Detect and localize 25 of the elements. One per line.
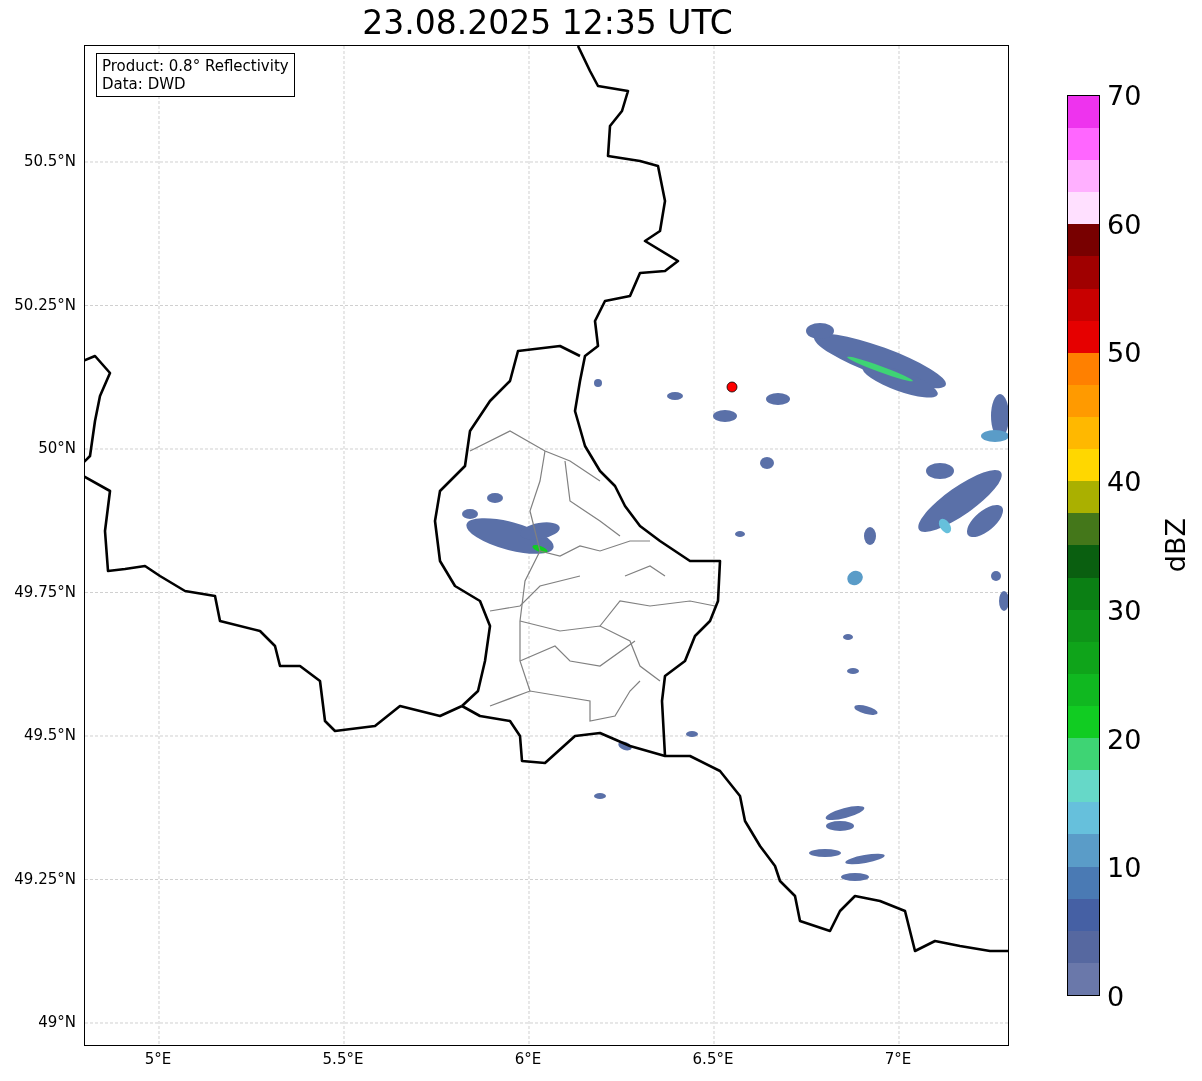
latitude-label: 49.25°N bbox=[14, 871, 76, 886]
latitude-label: 50°N bbox=[38, 440, 76, 456]
longitude-label: 6°E bbox=[514, 1052, 542, 1067]
longitude-label: 5°E bbox=[144, 1052, 172, 1067]
longitude-label: 6.5°E bbox=[692, 1052, 734, 1067]
colorbar-tick-label: 10 bbox=[1107, 853, 1142, 881]
latitude-label: 50.25°N bbox=[14, 297, 76, 312]
info-text: Data: DWD bbox=[102, 75, 187, 93]
location-marker bbox=[726, 381, 738, 393]
latitude-label: 49.75°N bbox=[14, 584, 76, 599]
longitude-label: 7°E bbox=[884, 1052, 912, 1067]
info-text: Product: 0.8° Reflectivity bbox=[102, 57, 289, 75]
latitude-label: 49°N bbox=[38, 1014, 76, 1030]
colorbar-tick-label: 50 bbox=[1107, 338, 1142, 366]
latitude-label: 50.5°N bbox=[23, 153, 76, 169]
plot-title: 23.08.2025 12:35 UTC bbox=[362, 6, 733, 39]
colorbar-tick-label: 20 bbox=[1107, 725, 1142, 753]
colorbar-tick-label: 0 bbox=[1107, 982, 1125, 1010]
latitude-label: 49.5°N bbox=[23, 727, 76, 743]
colorbar-tick-label: 70 bbox=[1107, 81, 1142, 109]
colorbar-tick-label: 40 bbox=[1107, 467, 1142, 495]
longitude-label: 5.5°E bbox=[322, 1052, 364, 1067]
colorbar-tick-label: 60 bbox=[1107, 210, 1142, 238]
colorbar-title: dBZ bbox=[1162, 518, 1189, 573]
colorbar-tick-label: 30 bbox=[1107, 596, 1142, 624]
